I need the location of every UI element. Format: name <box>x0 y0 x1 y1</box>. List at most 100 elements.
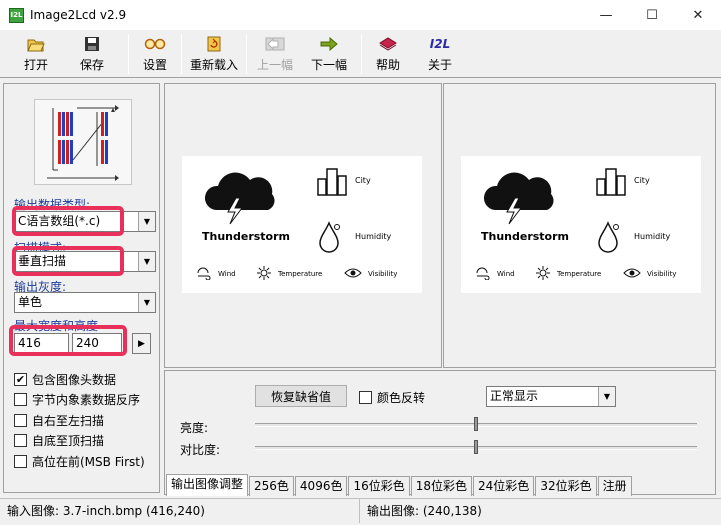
tab-256-color[interactable]: 256色 <box>249 476 294 496</box>
restore-defaults-button[interactable]: 恢复缺省值 <box>255 385 347 407</box>
reload-button[interactable]: 重新载入 <box>188 32 240 76</box>
visibility-icon <box>623 268 641 278</box>
city-icon <box>596 168 626 196</box>
save-button[interactable]: 保存 <box>70 32 114 76</box>
include-header-label: 包含图像头数据 <box>32 373 117 387</box>
floppy-disk-icon <box>81 35 103 53</box>
about-label: 关于 <box>427 58 452 72</box>
reload-label: 重新载入 <box>189 58 238 72</box>
previous-image-label: 上一幅 <box>256 58 293 72</box>
chevron-down-icon[interactable]: ▼ <box>138 293 155 312</box>
checkbox-box[interactable]: ✔ <box>14 373 27 386</box>
apply-size-button[interactable]: ▶ <box>132 333 151 354</box>
toolbar: 打开 保存 设置 重新载入 上一幅 下一幅 帮助 I2L 关于 <box>0 32 721 78</box>
save-label: 保存 <box>79 58 104 72</box>
visibility-label: Visibility <box>368 270 398 278</box>
minimize-button[interactable]: — <box>583 0 629 30</box>
chevron-down-icon[interactable]: ▼ <box>138 252 155 271</box>
contrast-slider-thumb[interactable] <box>474 440 478 454</box>
chevron-down-icon[interactable]: ▼ <box>598 387 615 406</box>
city-icon <box>317 168 347 196</box>
tab-4096-color[interactable]: 4096色 <box>294 476 348 496</box>
checkbox-box[interactable] <box>14 393 27 406</box>
image-adjust-panel: 恢复缺省值 颜色反转 正常显示 ▼ 亮度: 对比度: 输出图像调整 256色 4… <box>164 370 716 496</box>
tab-16bit-color[interactable]: 16位彩色 <box>348 476 410 496</box>
bottom-to-top-label: 自底至顶扫描 <box>32 434 105 448</box>
right-to-left-label: 自右至左扫描 <box>32 414 105 428</box>
arrow-right-icon <box>318 35 340 53</box>
tab-register[interactable]: 注册 <box>597 476 632 496</box>
humidity-icon <box>319 221 340 253</box>
visibility-icon <box>344 268 362 278</box>
wind-label: Wind <box>218 270 236 278</box>
scan-direction-icon <box>34 99 132 185</box>
checkbox-box[interactable] <box>359 391 372 404</box>
city-label: City <box>355 176 371 185</box>
next-image-button[interactable]: 下一幅 <box>307 32 351 76</box>
window-controls: — ☐ ✕ <box>583 0 721 30</box>
previous-image-button[interactable]: 上一幅 <box>253 32 297 76</box>
tab-bar: 输出图像调整 256色 4096色 16位彩色 18位彩色 24位彩色 32位彩… <box>166 474 633 496</box>
open-label: 打开 <box>23 58 48 72</box>
input-image-status: 输入图像: 3.7-inch.bmp (416,240) <box>0 499 360 523</box>
maximize-button[interactable]: ☐ <box>629 0 675 30</box>
invert-color-checkbox[interactable]: 颜色反转 <box>359 389 425 406</box>
weather-image: Thunderstorm City Humidity Wind Temperat… <box>461 156 701 293</box>
help-button[interactable]: 帮助 <box>368 32 408 76</box>
status-bar: 输入图像: 3.7-inch.bmp (416,240) 输出图像: (240,… <box>0 498 721 525</box>
checkbox-box[interactable] <box>14 455 27 468</box>
help-book-icon <box>377 35 399 53</box>
reload-icon <box>203 35 225 53</box>
chevron-down-icon[interactable]: ▼ <box>138 212 155 231</box>
toolbar-separator <box>128 34 129 74</box>
tab-32bit-color[interactable]: 32位彩色 <box>535 476 597 496</box>
thunderstorm-icon <box>483 172 554 225</box>
gray-select[interactable]: 单色 ▼ <box>14 292 156 313</box>
msb-first-checkbox[interactable]: 高位在前(MSB First) <box>14 453 145 470</box>
output-settings-panel: 输出数据类型: C语言数组(*.c) ▼ 扫描模式: 垂直扫描 ▼ 输出灰度: … <box>3 83 160 493</box>
tab-24bit-color[interactable]: 24位彩色 <box>473 476 535 496</box>
reverse-pixel-order-label: 字节内象素数据反序 <box>32 393 141 407</box>
gray-value: 单色 <box>18 295 43 309</box>
app-logo-icon: I2L <box>9 7 24 23</box>
temperature-icon <box>536 266 550 280</box>
i2l-logo-icon: I2L <box>429 35 451 53</box>
visibility-label: Visibility <box>647 270 677 278</box>
about-button[interactable]: I2L 关于 <box>420 32 460 76</box>
humidity-label: Humidity <box>355 232 392 241</box>
settings-label: 设置 <box>142 58 167 72</box>
invert-color-label: 颜色反转 <box>377 391 426 405</box>
checkbox-box[interactable] <box>14 434 27 447</box>
thunderstorm-icon <box>204 172 275 225</box>
temperature-icon <box>257 266 271 280</box>
open-button[interactable]: 打开 <box>14 32 58 76</box>
output-image-status: 输出图像: (240,138) <box>367 504 482 518</box>
scan-mode-highlight <box>12 246 124 276</box>
include-header-checkbox[interactable]: ✔ 包含图像头数据 <box>14 371 116 388</box>
temperature-label: Temperature <box>557 270 602 278</box>
tab-18bit-color[interactable]: 18位彩色 <box>410 476 473 496</box>
help-label: 帮助 <box>375 58 400 72</box>
thunderstorm-label: Thunderstorm <box>481 230 570 243</box>
wind-label: Wind <box>497 270 515 278</box>
reverse-pixel-order-checkbox[interactable]: 字节内象素数据反序 <box>14 391 140 408</box>
right-to-left-checkbox[interactable]: 自右至左扫描 <box>14 412 104 429</box>
thunderstorm-label: Thunderstorm <box>202 230 291 243</box>
input-image-preview: Thunderstorm City Humidity Wind Temperat… <box>164 83 442 368</box>
msb-first-label: 高位在前(MSB First) <box>32 455 145 469</box>
checkbox-box[interactable] <box>14 414 27 427</box>
display-mode-select[interactable]: 正常显示 ▼ <box>486 386 616 407</box>
bottom-to-top-checkbox[interactable]: 自底至顶扫描 <box>14 432 104 449</box>
contrast-label: 对比度: <box>180 443 221 457</box>
humidity-label: Humidity <box>634 232 671 241</box>
title-bar: I2L Image2Lcd v2.9 — ☐ ✕ <box>0 0 721 30</box>
arrow-left-icon <box>264 35 286 53</box>
tab-output-adjust[interactable]: 输出图像调整 <box>166 474 249 496</box>
settings-button[interactable]: 设置 <box>135 32 175 76</box>
temperature-label: Temperature <box>278 270 323 278</box>
brightness-slider-thumb[interactable] <box>474 417 478 431</box>
toolbar-separator <box>181 34 182 74</box>
close-button[interactable]: ✕ <box>675 0 721 30</box>
toolbar-separator <box>361 34 362 74</box>
wind-icon <box>476 267 490 280</box>
